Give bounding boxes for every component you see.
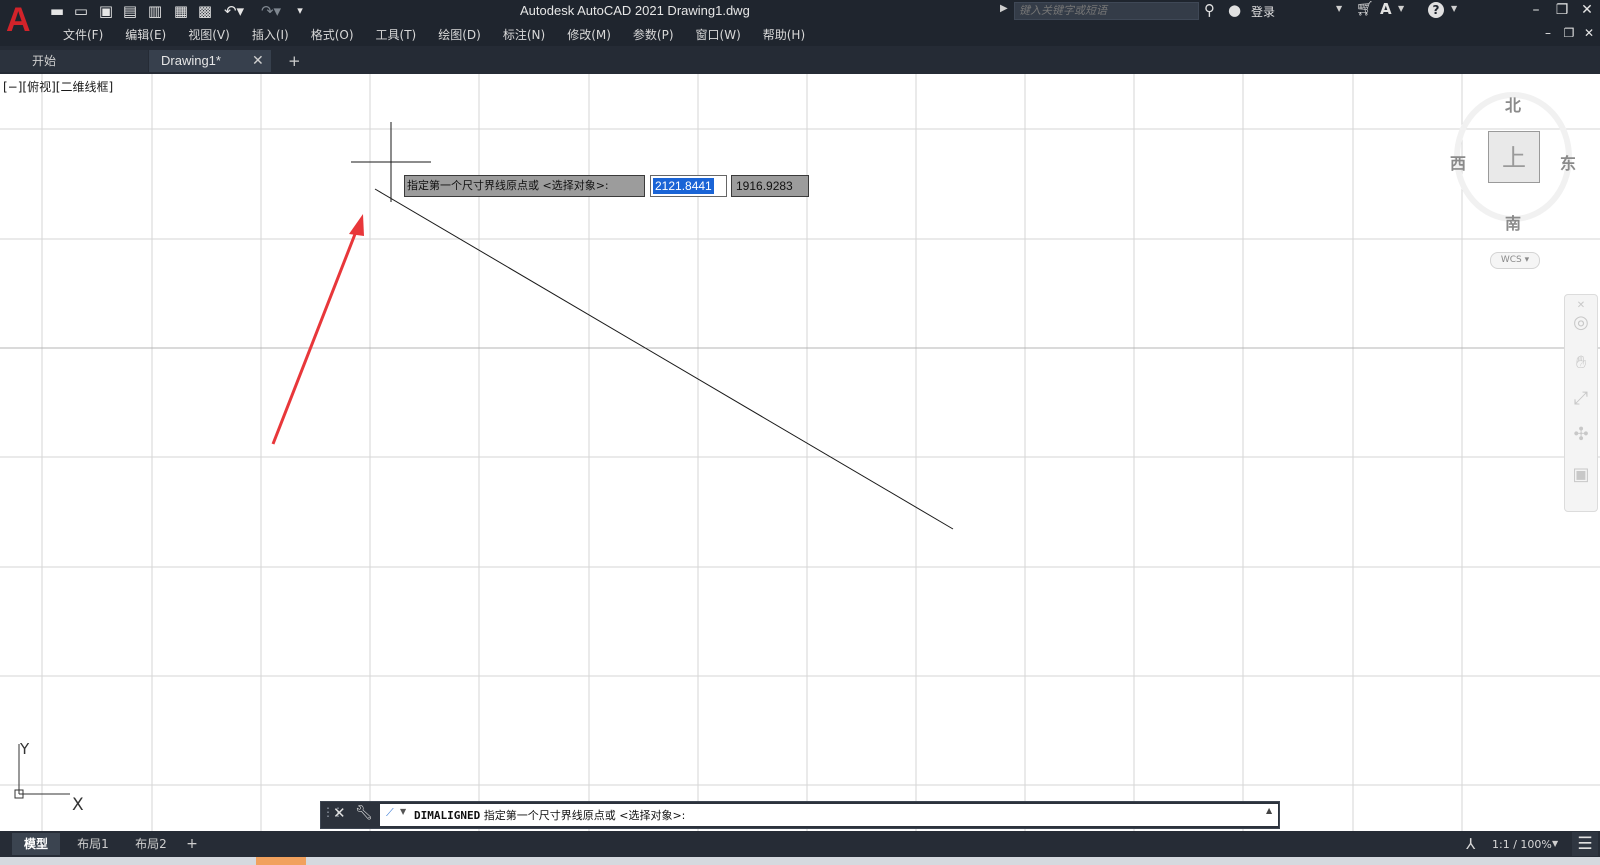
login-link[interactable]: 登录 <box>1251 3 1275 20</box>
recent-commands-dropdown-icon[interactable]: ▼ <box>400 807 406 816</box>
redo-icon[interactable]: ↷▾ <box>258 2 284 20</box>
save-as-icon[interactable]: ▤ <box>121 2 139 20</box>
dynamic-input-x-value: 2121.8441 <box>653 178 714 194</box>
navbar-close-icon[interactable]: ✕ <box>1566 300 1596 311</box>
scale-dropdown-icon[interactable]: ▼ <box>1552 839 1558 848</box>
login-dropdown-icon[interactable]: ▼ <box>1336 4 1342 13</box>
cart-icon[interactable]: 🛒︎ <box>1356 1 1374 17</box>
tab-model[interactable]: 模型 <box>12 833 60 855</box>
viewcube-south[interactable]: 南 <box>1505 210 1521 234</box>
viewport-controls-label[interactable]: [−][俯视][二维线框] <box>3 78 113 95</box>
menu-bar: 文件(F) 编辑(E) 视图(V) 插入(I) 格式(O) 工具(T) 绘图(D… <box>52 25 816 45</box>
menu-dimension[interactable]: 标注(N) <box>492 25 556 45</box>
ucs-y-label: Y <box>20 740 30 758</box>
taskbar-strip <box>0 857 1600 865</box>
publish-icon[interactable]: ▥ <box>146 2 164 20</box>
orbit-icon[interactable]: ✣ <box>1566 424 1596 445</box>
autocad-logo-icon[interactable]: A <box>6 2 34 38</box>
menu-modify[interactable]: 修改(M) <box>556 25 622 45</box>
dynamic-input-prompt: 指定第一个尺寸界线原点或 <选择对象>: <box>404 175 645 197</box>
save-icon[interactable]: ▣ <box>97 2 115 20</box>
tab-close-icon[interactable]: ✕ <box>252 50 264 72</box>
zoom-extents-icon[interactable]: ⤢ <box>1566 388 1596 409</box>
new-icon[interactable]: ▬ <box>48 2 66 20</box>
window-title: Autodesk AutoCAD 2021 Drawing1.dwg <box>520 3 750 18</box>
tab-start[interactable]: 开始 <box>0 50 148 72</box>
command-history-icon[interactable]: ▲ <box>1266 806 1272 815</box>
print-icon[interactable]: ▩ <box>196 2 214 20</box>
menu-draw[interactable]: 绘图(D) <box>427 25 492 45</box>
customization-menu-icon[interactable]: ☰ <box>1572 832 1598 856</box>
tab-layout1[interactable]: 布局1 <box>66 833 120 855</box>
undo-icon[interactable]: ↶▾ <box>222 2 246 20</box>
annotation-scale-value[interactable]: 1:1 / 100% <box>1492 838 1552 851</box>
ucs-x-label: X <box>72 795 84 815</box>
command-text: DIMALIGNED 指定第一个尺寸界线原点或 <选择对象>: <box>414 807 685 823</box>
dynamic-input-x-field[interactable]: 2121.8441 <box>650 175 727 197</box>
viewcube-top-face[interactable]: 上 <box>1488 131 1540 183</box>
menu-insert[interactable]: 插入(I) <box>241 25 300 45</box>
open-icon[interactable]: ▭ <box>72 2 90 20</box>
wcs-label: WCS <box>1500 255 1522 265</box>
command-line-close-icon[interactable]: ✕ <box>333 804 346 822</box>
command-prompt-icon[interactable]: ⟋ <box>386 806 394 820</box>
menu-parametric[interactable]: 参数(P) <box>622 25 685 45</box>
steering-wheel-icon[interactable]: ◎ <box>1566 312 1596 333</box>
pan-icon[interactable]: ✋︎ <box>1566 352 1596 373</box>
menu-format[interactable]: 格式(O) <box>300 25 365 45</box>
annotation-arrow <box>271 214 364 445</box>
doc-close-icon[interactable]: ✕ <box>1578 24 1600 42</box>
menu-file[interactable]: 文件(F) <box>52 25 114 45</box>
status-bar <box>0 831 1600 857</box>
help-dropdown-icon[interactable]: ▼ <box>1451 4 1457 13</box>
viewcube-east[interactable]: 东 <box>1560 150 1576 174</box>
a360-icon[interactable]: A <box>1380 0 1392 18</box>
customize-icon[interactable]: ▾ <box>292 2 308 20</box>
annotation-scale-icon[interactable]: ⅄ <box>1466 835 1475 853</box>
menu-tools[interactable]: 工具(T) <box>365 25 428 45</box>
new-tab-icon[interactable]: + <box>288 50 301 72</box>
search-icon[interactable]: ⚲ <box>1204 1 1215 19</box>
showmotion-icon[interactable]: ▣ <box>1566 464 1596 485</box>
wcs-menu-button[interactable]: WCS ▾ <box>1490 252 1540 269</box>
taskbar-accent <box>256 857 306 865</box>
dynamic-input-y-field[interactable]: 1916.9283 <box>731 175 809 197</box>
close-icon[interactable]: ✕ <box>1576 1 1598 19</box>
help-icon[interactable]: ? <box>1428 2 1444 18</box>
command-line-settings-icon[interactable]: 🔧︎ <box>355 804 373 822</box>
drawn-line[interactable] <box>374 188 954 530</box>
tab-layout2[interactable]: 布局2 <box>124 833 178 855</box>
add-layout-icon[interactable]: + <box>182 833 202 855</box>
command-prompt: 指定第一个尺寸界线原点或 <选择对象>: <box>480 809 686 822</box>
menu-help[interactable]: 帮助(H) <box>752 25 816 45</box>
search-input[interactable] <box>1014 2 1199 20</box>
a360-dropdown-icon[interactable]: ▼ <box>1398 4 1404 13</box>
doc-minimize-icon[interactable]: – <box>1537 24 1559 42</box>
minimize-icon[interactable]: – <box>1525 1 1547 19</box>
command-keyword: DIMALIGNED <box>414 809 481 822</box>
menu-edit[interactable]: 编辑(E) <box>114 25 177 45</box>
viewcube-north[interactable]: 北 <box>1505 92 1521 116</box>
doc-restore-icon[interactable]: ❐ <box>1558 24 1580 42</box>
restore-icon[interactable]: ❐ <box>1551 1 1573 19</box>
user-icon[interactable]: ● <box>1228 1 1241 19</box>
viewcube-west[interactable]: 西 <box>1450 150 1466 174</box>
search-expand-icon[interactable]: ▶ <box>1000 3 1008 14</box>
plot-icon[interactable]: ▦ <box>172 2 190 20</box>
menu-window[interactable]: 窗口(W) <box>685 25 752 45</box>
menu-view[interactable]: 视图(V) <box>177 25 241 45</box>
